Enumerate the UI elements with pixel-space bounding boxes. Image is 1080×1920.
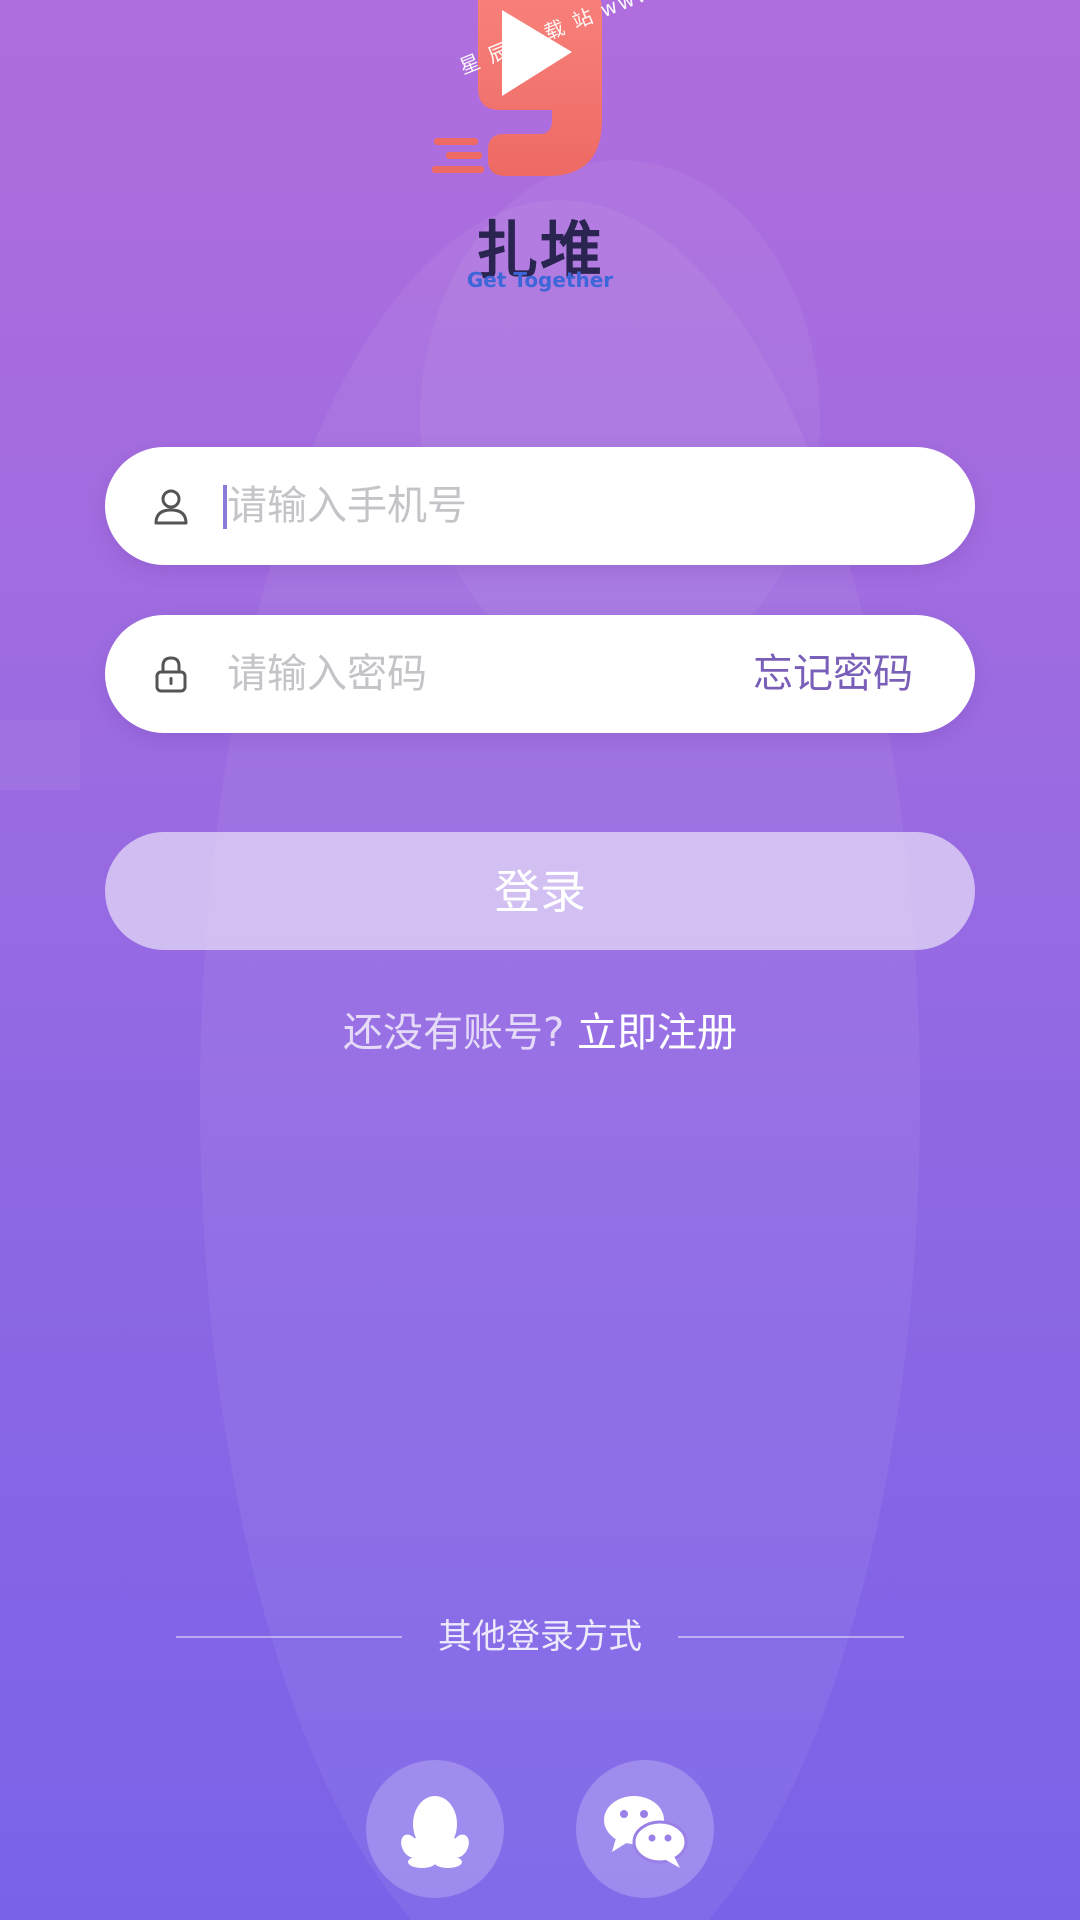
divider-line-right xyxy=(678,1636,904,1638)
phone-field[interactable] xyxy=(105,447,975,565)
forgot-password-link[interactable]: 忘记密码 xyxy=(753,615,913,733)
other-login-divider: 其他登录方式 xyxy=(0,1612,1080,1662)
register-question: 还没有账号? xyxy=(343,1010,565,1056)
other-login-label: 其他登录方式 xyxy=(438,1617,642,1657)
qq-icon xyxy=(401,1796,469,1868)
user-icon xyxy=(154,489,188,525)
login-button[interactable]: 登录 xyxy=(105,832,975,950)
password-field[interactable]: 忘记密码 xyxy=(105,615,975,733)
login-screen: 扎堆 Get Together 星 辰 下 载 站 www.121xz.com … xyxy=(0,0,1080,1920)
register-prompt: 还没有账号? 立即注册 xyxy=(0,1000,1080,1058)
register-link[interactable]: 立即注册 xyxy=(577,1010,737,1056)
lock-icon xyxy=(155,656,187,693)
qq-login-button[interactable] xyxy=(366,1760,504,1898)
wechat-icon xyxy=(604,1796,688,1868)
phone-input[interactable] xyxy=(221,447,747,565)
password-input[interactable] xyxy=(221,615,747,733)
wechat-login-button[interactable] xyxy=(576,1760,714,1898)
app-tagline: Get Together xyxy=(466,268,614,292)
